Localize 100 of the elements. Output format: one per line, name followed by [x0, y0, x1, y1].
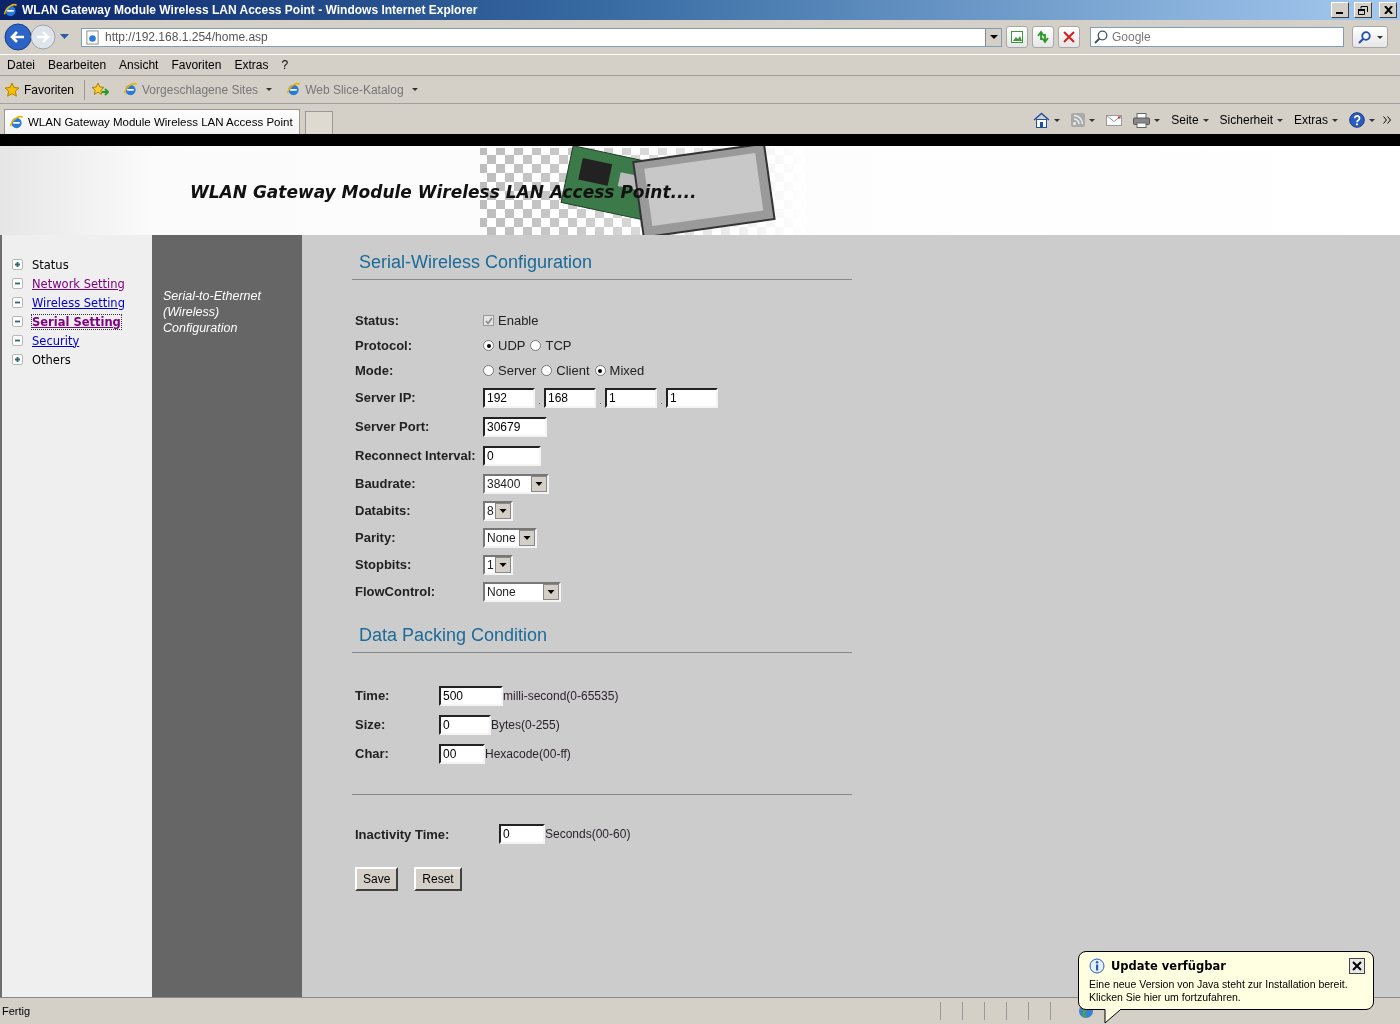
search-placeholder: Google	[1112, 30, 1151, 44]
minus-icon[interactable]	[12, 316, 23, 327]
plus-icon[interactable]	[12, 259, 23, 270]
unit-label: milli-second(0-65535)	[503, 688, 619, 703]
favorites-button[interactable]: Favoriten	[4, 81, 75, 98]
chevron-icon[interactable]	[1383, 116, 1392, 124]
stop-button[interactable]	[1058, 26, 1080, 48]
menu-item[interactable]: ?	[276, 58, 294, 72]
caret-icon[interactable]	[60, 34, 69, 40]
sidebar-link[interactable]: Wireless Setting	[32, 295, 125, 310]
dropdown-button[interactable]	[985, 28, 1001, 46]
field-label: FlowControl:	[355, 584, 437, 599]
sidebar-item[interactable]: Status	[32, 257, 69, 272]
caret-icon	[1376, 35, 1383, 39]
address-field[interactable]: http://192.168.1.254/home.asp	[81, 27, 1002, 47]
picture-icon	[1010, 30, 1024, 44]
unit-label: Hexacode(00-ff)	[485, 746, 571, 761]
unit-label: Bytes(0-255)	[491, 717, 560, 732]
field-label: Server Port:	[355, 419, 431, 434]
select-field[interactable]: None	[483, 527, 537, 548]
sidebar-link[interactable]: Network Setting	[32, 276, 125, 291]
input-field[interactable]: 1	[666, 387, 718, 408]
minus-icon[interactable]	[12, 335, 23, 346]
section-heading: Data Packing Condition	[352, 622, 852, 653]
notification-balloon[interactable]: Update verfügbar Eine neue Version von Java steht zur Installation bereit. Klicken Sie hier um fortzufahren.	[1078, 951, 1374, 1010]
radio-button[interactable]	[594, 365, 606, 376]
star-icon	[4, 81, 20, 98]
sidebar-link[interactable]: Security	[32, 333, 80, 348]
menu-item[interactable]: Ansicht	[114, 58, 164, 72]
help-icon	[1349, 112, 1365, 128]
back-button[interactable]	[4, 23, 32, 51]
menu-item[interactable]: Favoriten	[166, 58, 227, 72]
input-field[interactable]: 0	[439, 714, 491, 735]
command-menu[interactable]: Seite	[1168, 113, 1212, 127]
select-field[interactable]: None	[483, 581, 561, 602]
restore-button[interactable]	[1354, 2, 1372, 18]
option-label: Mixed	[609, 363, 645, 378]
restore-icon	[1358, 5, 1368, 15]
input-field[interactable]: 00	[439, 743, 485, 764]
envelope-icon	[1106, 114, 1123, 126]
minimize-button[interactable]	[1331, 2, 1349, 18]
radio-button[interactable]	[541, 365, 553, 376]
option-label: Server	[498, 363, 537, 378]
search-icon	[1094, 30, 1108, 44]
input-field[interactable]: 0	[499, 824, 545, 844]
separator-dot: .	[598, 396, 603, 408]
field-label: Protocol:	[355, 338, 414, 353]
field-label: Time:	[355, 688, 391, 703]
browser-logo-icon	[123, 82, 139, 97]
radio-button[interactable]	[530, 340, 542, 351]
field-label: Databits:	[355, 503, 412, 518]
option-label: Client	[556, 363, 590, 378]
search-icon	[1357, 30, 1371, 44]
caret-icon	[1154, 118, 1161, 122]
sidebar-link[interactable]: Serial Setting	[32, 314, 121, 329]
separator-dot: .	[537, 396, 542, 408]
menu-item[interactable]: Extras	[229, 58, 274, 72]
field-label: Mode:	[355, 363, 395, 378]
plus-icon[interactable]	[12, 354, 23, 365]
section-caption: Serial-to-Ethernet (Wireless) Configuration	[163, 288, 263, 336]
caret-icon	[411, 88, 418, 91]
input-field[interactable]: 0	[483, 445, 541, 466]
option-label: UDP	[498, 338, 526, 353]
compatibility-view-button[interactable]	[1006, 26, 1028, 48]
menu-item[interactable]: Datei	[2, 58, 40, 72]
search-button[interactable]	[1352, 26, 1388, 48]
separator-dot: .	[659, 396, 664, 408]
select-field[interactable]: 8	[483, 500, 513, 521]
caret-icon	[1369, 118, 1375, 122]
input-field[interactable]: 30679	[483, 416, 547, 437]
input-field[interactable]: 500	[439, 685, 503, 706]
notification-title: Update verfügbar	[1111, 959, 1226, 973]
input-field[interactable]: 1	[605, 387, 657, 408]
search-field[interactable]: Google	[1090, 27, 1344, 47]
caret-icon	[1202, 118, 1209, 122]
form-button[interactable]: Reset	[414, 867, 462, 891]
select-field[interactable]: 1	[483, 554, 513, 575]
sidebar-item[interactable]: Others	[32, 352, 71, 367]
browser-tab[interactable]: WLAN Gateway Module Wireless LAN Access Point	[4, 109, 300, 134]
browser-logo-icon	[3, 2, 18, 18]
field-label: Status:	[355, 313, 401, 328]
info-icon	[1089, 958, 1105, 974]
form-button[interactable]: Save	[355, 867, 399, 891]
close-button[interactable]	[1349, 958, 1365, 974]
radio-button[interactable]	[483, 365, 494, 376]
select-field[interactable]: 38400	[483, 473, 549, 494]
command-menu[interactable]: Extras	[1291, 113, 1341, 127]
section-heading: Serial-Wireless Configuration	[352, 249, 852, 280]
minus-icon[interactable]	[12, 297, 23, 308]
close-icon	[1383, 6, 1393, 14]
stop-icon	[1063, 31, 1075, 43]
menu-item[interactable]: Bearbeiten	[43, 58, 112, 72]
input-field[interactable]: 168	[544, 387, 596, 408]
radio-button[interactable]	[483, 340, 494, 351]
command-menu[interactable]: Sicherheit	[1216, 113, 1286, 127]
field-label: Baudrate:	[355, 476, 417, 491]
minus-icon[interactable]	[12, 278, 23, 289]
refresh-button[interactable]	[1032, 26, 1054, 48]
input-field[interactable]: 192	[483, 387, 535, 408]
home-icon	[1033, 112, 1051, 128]
